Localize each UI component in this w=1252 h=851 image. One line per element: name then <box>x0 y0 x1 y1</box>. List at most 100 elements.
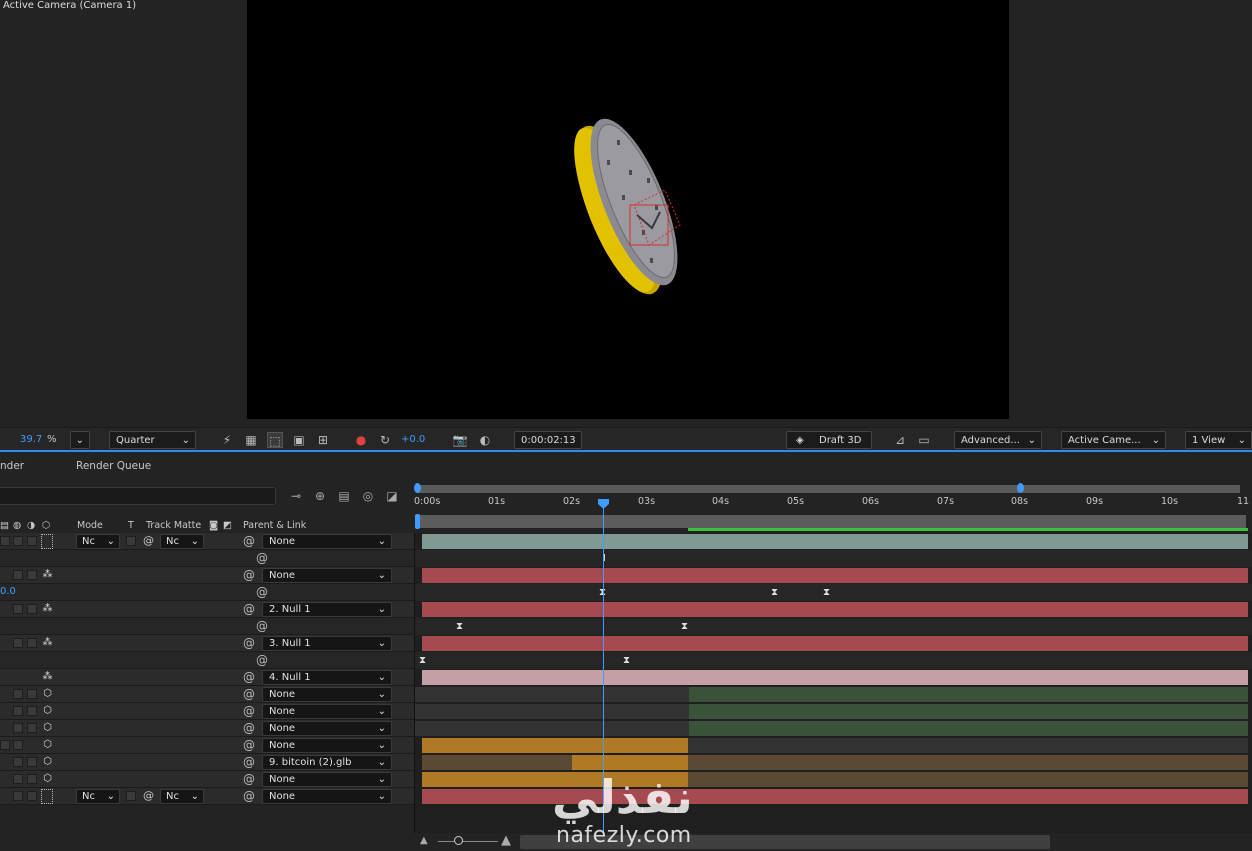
audio-switch-icon[interactable]: ◍ <box>13 520 21 531</box>
channels-icon[interactable]: ● <box>353 432 369 448</box>
layer-row[interactable]: ⬡ @ None ⌄ <box>0 703 414 720</box>
motion-blur-icon[interactable]: ◎ <box>360 489 376 503</box>
layer-row[interactable]: ⬡ @ None ⌄ <box>0 686 414 703</box>
lock-switch[interactable] <box>27 570 37 580</box>
track-matte-dropdown[interactable]: Nc ⌄ <box>160 789 204 804</box>
zoom-in-icon[interactable]: ▲ <box>501 833 511 848</box>
snapshot-camera-icon[interactable]: 📷 <box>452 432 468 448</box>
property-value[interactable]: 0.0 <box>0 586 16 597</box>
composition-start-handle[interactable] <box>415 514 420 529</box>
layer-duration-bar[interactable] <box>572 755 688 770</box>
pick-whip-icon[interactable]: @ <box>243 788 255 805</box>
pick-whip-icon[interactable]: @ <box>243 686 255 703</box>
mask-path-icon[interactable]: ⬚ <box>267 432 283 448</box>
mode-dropdown[interactable]: Nc ⌄ <box>76 789 120 804</box>
zoom-out-icon[interactable]: ▲ <box>420 835 428 846</box>
3d-ground-plane-icon[interactable]: ⊿ <box>892 432 908 448</box>
parent-dropdown[interactable]: None ⌄ <box>262 721 392 736</box>
solo-switch[interactable] <box>13 740 23 750</box>
graph-editor-icon[interactable]: ◪ <box>384 489 400 503</box>
matte-link-icon[interactable]: @ <box>143 789 154 802</box>
keyframe-icon[interactable]: ⧗ <box>455 621 464 632</box>
pick-whip-icon[interactable]: @ <box>256 618 268 635</box>
transparency-grid-icon[interactable]: ▦ <box>243 432 259 448</box>
work-area-bar[interactable] <box>416 485 1240 493</box>
parent-dropdown[interactable]: None ⌄ <box>262 534 392 549</box>
pick-whip-icon[interactable]: @ <box>256 652 268 669</box>
current-time-field[interactable]: 0:00:02:13 <box>514 431 582 449</box>
layer-row[interactable]: ⁂ @ 4. Null 1 ⌄ <box>0 669 414 686</box>
pick-whip-icon[interactable]: @ <box>243 737 255 754</box>
3d-layer-icon[interactable]: ⬡ <box>42 520 50 531</box>
parent-dropdown[interactable]: 2. Null 1 ⌄ <box>262 602 392 617</box>
parent-dropdown[interactable]: 4. Null 1 ⌄ <box>262 670 392 685</box>
tab-render-partial[interactable]: nder <box>0 460 24 472</box>
zoom-dropdown[interactable]: ⌄ <box>70 431 90 449</box>
layer-duration-bar[interactable] <box>689 704 1248 719</box>
pick-whip-icon[interactable]: @ <box>243 720 255 737</box>
video-switch-icon[interactable]: ▤ <box>0 520 9 531</box>
layer-duration-bar[interactable] <box>689 721 1248 736</box>
layer-row[interactable]: ⬡ @ None ⌄ <box>0 737 414 754</box>
solo-switch[interactable] <box>13 570 23 580</box>
show-snapshot-icon[interactable]: ◐ <box>477 432 493 448</box>
pick-whip-icon[interactable]: @ <box>243 669 255 686</box>
lock-switch[interactable] <box>27 689 37 699</box>
layer-row[interactable]: ⬡ @ None ⌄ <box>0 771 414 788</box>
parent-dropdown[interactable]: None ⌄ <box>262 687 392 702</box>
exposure-value[interactable]: +0.0 <box>401 431 425 449</box>
track-matte-dropdown[interactable]: Nc ⌄ <box>160 534 204 549</box>
solo-switch[interactable] <box>13 706 23 716</box>
layer-row[interactable]: Nc ⌄ @ Nc ⌄ @ None ⌄ <box>0 533 414 550</box>
layer-row[interactable]: ⁂ @ 2. Null 1 ⌄ <box>0 601 414 618</box>
solo-switch[interactable] <box>13 638 23 648</box>
composition-mini-flowchart-icon[interactable]: ⊸ <box>288 489 304 503</box>
frame-blending-icon[interactable]: ▤ <box>336 489 352 503</box>
region-of-interest-icon[interactable]: ▣ <box>291 432 307 448</box>
lock-switch[interactable] <box>27 638 37 648</box>
lock-switch[interactable] <box>27 723 37 733</box>
layer-row[interactable]: ⁂ @ None ⌄ <box>0 567 414 584</box>
pick-whip-icon[interactable]: @ <box>243 601 255 618</box>
pick-whip-icon[interactable]: @ <box>243 754 255 771</box>
keyframe-icon[interactable]: ⧗ <box>680 621 689 632</box>
layer-duration-bar[interactable] <box>422 602 1248 617</box>
pick-whip-icon[interactable]: @ <box>243 635 255 652</box>
layer-duration-bar[interactable] <box>422 636 1248 651</box>
work-area-start-handle[interactable] <box>414 483 421 493</box>
layer-row[interactable]: ⬡ @ None ⌄ <box>0 720 414 737</box>
3d-view-icon[interactable]: ▭ <box>916 432 932 448</box>
pick-whip-icon[interactable]: @ <box>243 567 255 584</box>
layer-duration-bar[interactable] <box>422 568 1248 583</box>
renderer-mode-dropdown[interactable]: Advanced... ⌄ <box>954 431 1042 449</box>
eye-switch[interactable] <box>0 536 10 546</box>
reset-exposure-icon[interactable]: ↻ <box>377 432 393 448</box>
keyframe-icon[interactable]: ⧗ <box>418 655 427 666</box>
keyframe-icon[interactable]: I <box>600 553 609 564</box>
camera-view-dropdown[interactable]: Active Came... ⌄ <box>1061 431 1166 449</box>
layer-duration-bar[interactable] <box>422 670 1248 685</box>
pick-whip-icon[interactable]: @ <box>256 550 268 567</box>
keyframe-icon[interactable]: ⧗ <box>770 587 779 598</box>
keyframe-icon[interactable]: ⧗ <box>822 587 831 598</box>
solo-switch[interactable] <box>13 791 23 801</box>
preserve-transparency-switch[interactable] <box>126 791 136 801</box>
draft-3d-icon[interactable]: ⊕ <box>312 489 328 503</box>
zoom-slider-thumb[interactable] <box>454 836 463 845</box>
parent-dropdown[interactable]: None ⌄ <box>262 772 392 787</box>
zoom-value[interactable]: 39.7 <box>20 431 42 449</box>
property-row[interactable]: 0.0 @ <box>0 584 414 601</box>
solo-switch[interactable] <box>13 774 23 784</box>
layer-duration-bar[interactable] <box>422 534 1248 549</box>
pick-whip-icon[interactable]: @ <box>243 771 255 788</box>
parent-dropdown[interactable]: None ⌄ <box>262 568 392 583</box>
solo-switch[interactable] <box>13 536 23 546</box>
layer-duration-bar[interactable] <box>422 789 1248 804</box>
property-row[interactable]: @ <box>0 550 414 567</box>
solo-switch[interactable] <box>13 689 23 699</box>
resolution-dropdown[interactable]: Quarter ⌄ <box>109 431 196 449</box>
lock-switch[interactable] <box>27 604 37 614</box>
pick-whip-icon[interactable]: @ <box>256 584 268 601</box>
fast-previews-icon[interactable]: ⚡ <box>219 432 235 448</box>
lock-switch[interactable] <box>27 774 37 784</box>
